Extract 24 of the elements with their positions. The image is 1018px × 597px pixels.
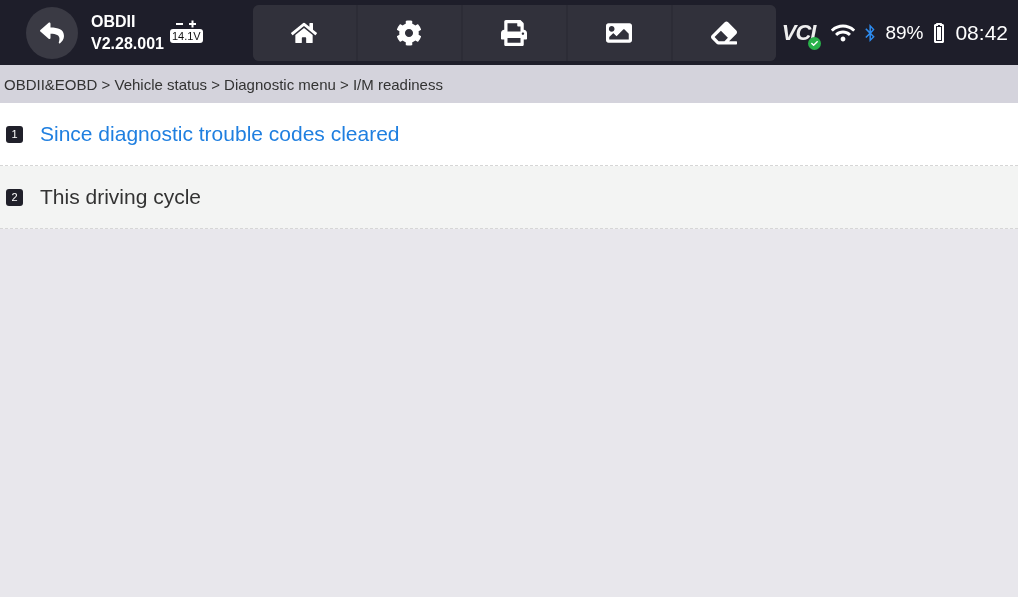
back-arrow-icon <box>40 20 64 45</box>
menu-item[interactable]: 2 This driving cycle <box>0 166 1018 229</box>
home-button[interactable] <box>252 4 356 61</box>
vci-logo: VCI <box>781 19 816 46</box>
item-number: 1 <box>6 125 23 143</box>
item-number: 2 <box>6 188 23 206</box>
eraser-icon <box>711 19 738 46</box>
battery-terminals-icon <box>174 18 199 29</box>
image-button[interactable] <box>567 4 671 61</box>
clock: 08:42 <box>955 20 1008 45</box>
back-button[interactable] <box>26 6 78 59</box>
settings-icon <box>396 19 423 46</box>
print-button[interactable] <box>462 4 566 61</box>
erase-button[interactable] <box>672 4 776 61</box>
battery-percent: 89% <box>885 21 924 44</box>
breadcrumb: OBDII&EOBD > Vehicle status > Diagnostic menu > I/M readiness <box>0 65 1018 103</box>
item-label: This driving cycle <box>40 185 202 209</box>
printer-icon <box>501 19 528 46</box>
settings-button[interactable] <box>357 4 461 61</box>
app-version: V2.28.001 <box>91 33 164 54</box>
item-label: Since diagnostic trouble codes cleared <box>40 122 400 146</box>
app-title: OBDII <box>91 11 137 32</box>
battery-voltage: 14.1V <box>169 28 203 43</box>
menu-item[interactable]: 1 Since diagnostic trouble codes cleared <box>0 103 1018 166</box>
